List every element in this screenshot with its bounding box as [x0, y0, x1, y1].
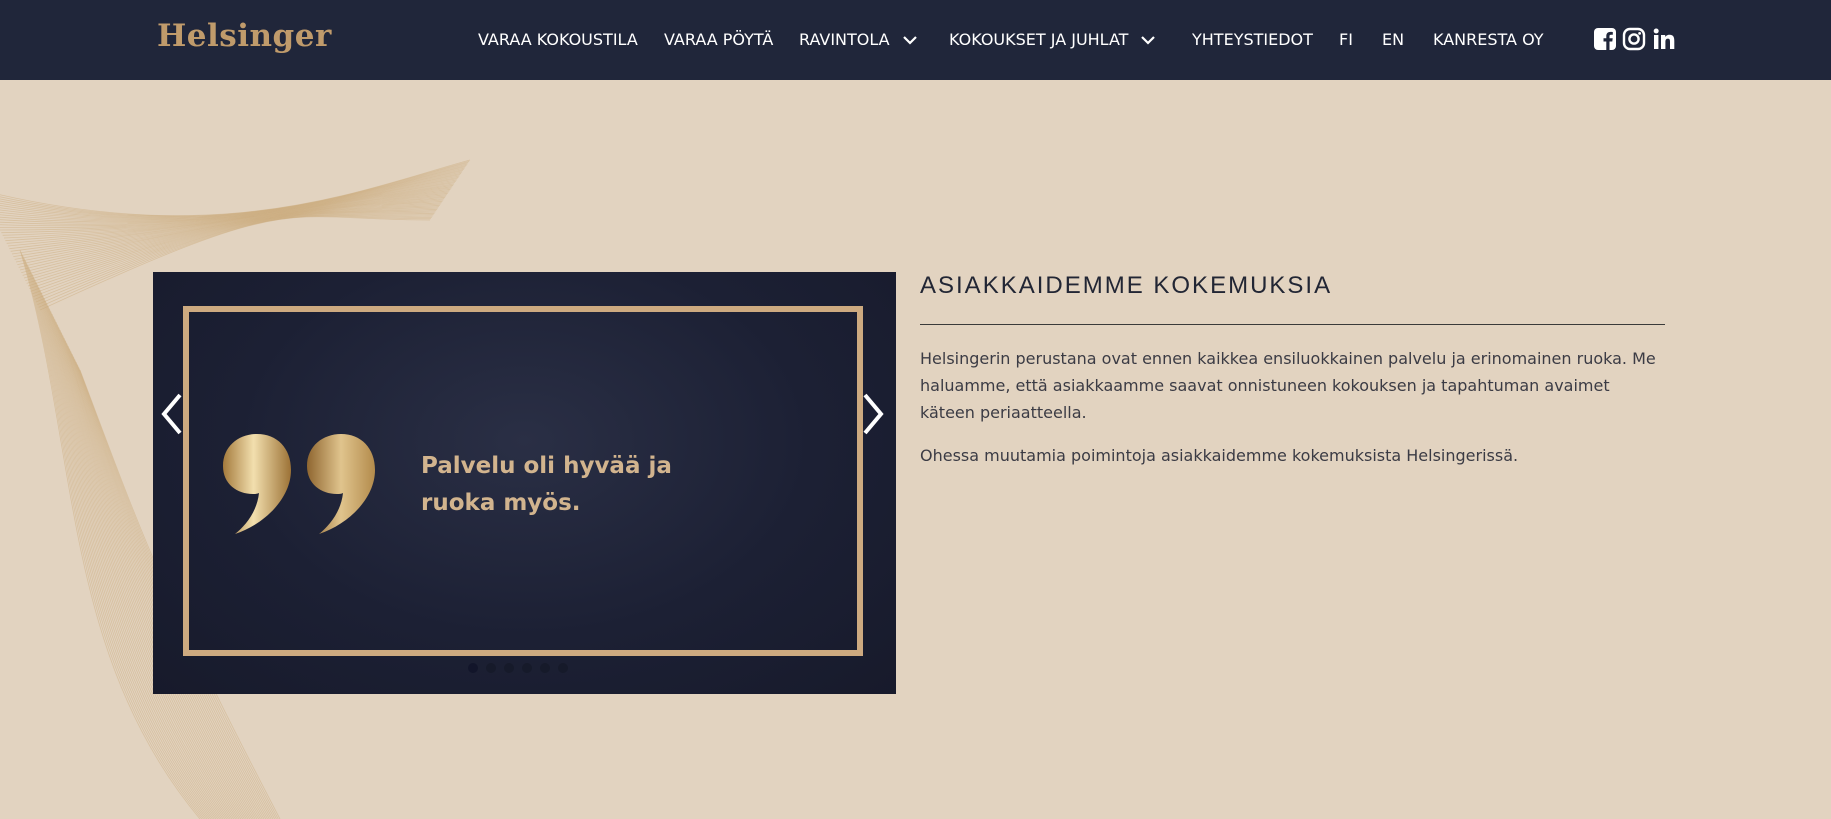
instagram-icon[interactable]: [1622, 27, 1646, 51]
facebook-icon[interactable]: [1593, 27, 1617, 51]
testimonials-section: ASIAKKAIDEMME KOKEMUKSIA Helsingerin per…: [920, 272, 1665, 469]
slider-dot[interactable]: [468, 663, 478, 673]
chevron-down-icon: [1141, 35, 1156, 45]
site-logo[interactable]: Helsinger: [157, 18, 332, 54]
quote-icon: [307, 434, 375, 534]
slider-dot[interactable]: [522, 663, 532, 673]
testimonial-slider: Palvelu oli hyvää ja ruoka myös.: [153, 272, 896, 694]
nav-yhteystiedot[interactable]: YHTEYSTIEDOT: [1192, 30, 1313, 49]
nav-kokoukset-label: KOKOUKSET JA JUHLAT: [949, 30, 1129, 49]
slider-next-arrow[interactable]: [861, 392, 885, 436]
title-divider: [920, 324, 1665, 325]
nav-varaa-poyta[interactable]: VARAA PÖYTÄ: [664, 30, 773, 49]
nav-ravintola[interactable]: RAVINTOLA: [799, 30, 918, 49]
slider-dot[interactable]: [540, 663, 550, 673]
nav-kanresta-oy[interactable]: KANRESTA OY: [1433, 30, 1544, 49]
slider-dots: [468, 663, 568, 673]
lang-en[interactable]: EN: [1382, 30, 1404, 49]
chevron-down-icon: [902, 35, 917, 45]
site-header: Helsinger VARAA KOKOUSTILA VARAA PÖYTÄ R…: [0, 0, 1831, 80]
nav-kokoukset-ja-juhlat[interactable]: KOKOUKSET JA JUHLAT: [949, 30, 1156, 49]
testimonial-quote: Palvelu oli hyvää ja ruoka myös.: [421, 453, 672, 516]
linkedin-icon[interactable]: [1652, 27, 1676, 51]
section-title: ASIAKKAIDEMME KOKEMUKSIA: [920, 272, 1333, 299]
slider-dot[interactable]: [558, 663, 568, 673]
intro-paragraph: Helsingerin perustana ovat ennen kaikkea…: [920, 349, 1656, 422]
slider-prev-arrow[interactable]: [160, 392, 184, 436]
quote-icon: [223, 434, 291, 534]
nav-varaa-kokoustila[interactable]: VARAA KOKOUSTILA: [478, 30, 638, 49]
sub-paragraph: Ohessa muutamia poimintoja asiakkaidemme…: [920, 446, 1519, 465]
nav-ravintola-label: RAVINTOLA: [799, 30, 890, 49]
slider-dot[interactable]: [486, 663, 496, 673]
slider-dot[interactable]: [504, 663, 514, 673]
lang-fi[interactable]: FI: [1339, 30, 1353, 49]
